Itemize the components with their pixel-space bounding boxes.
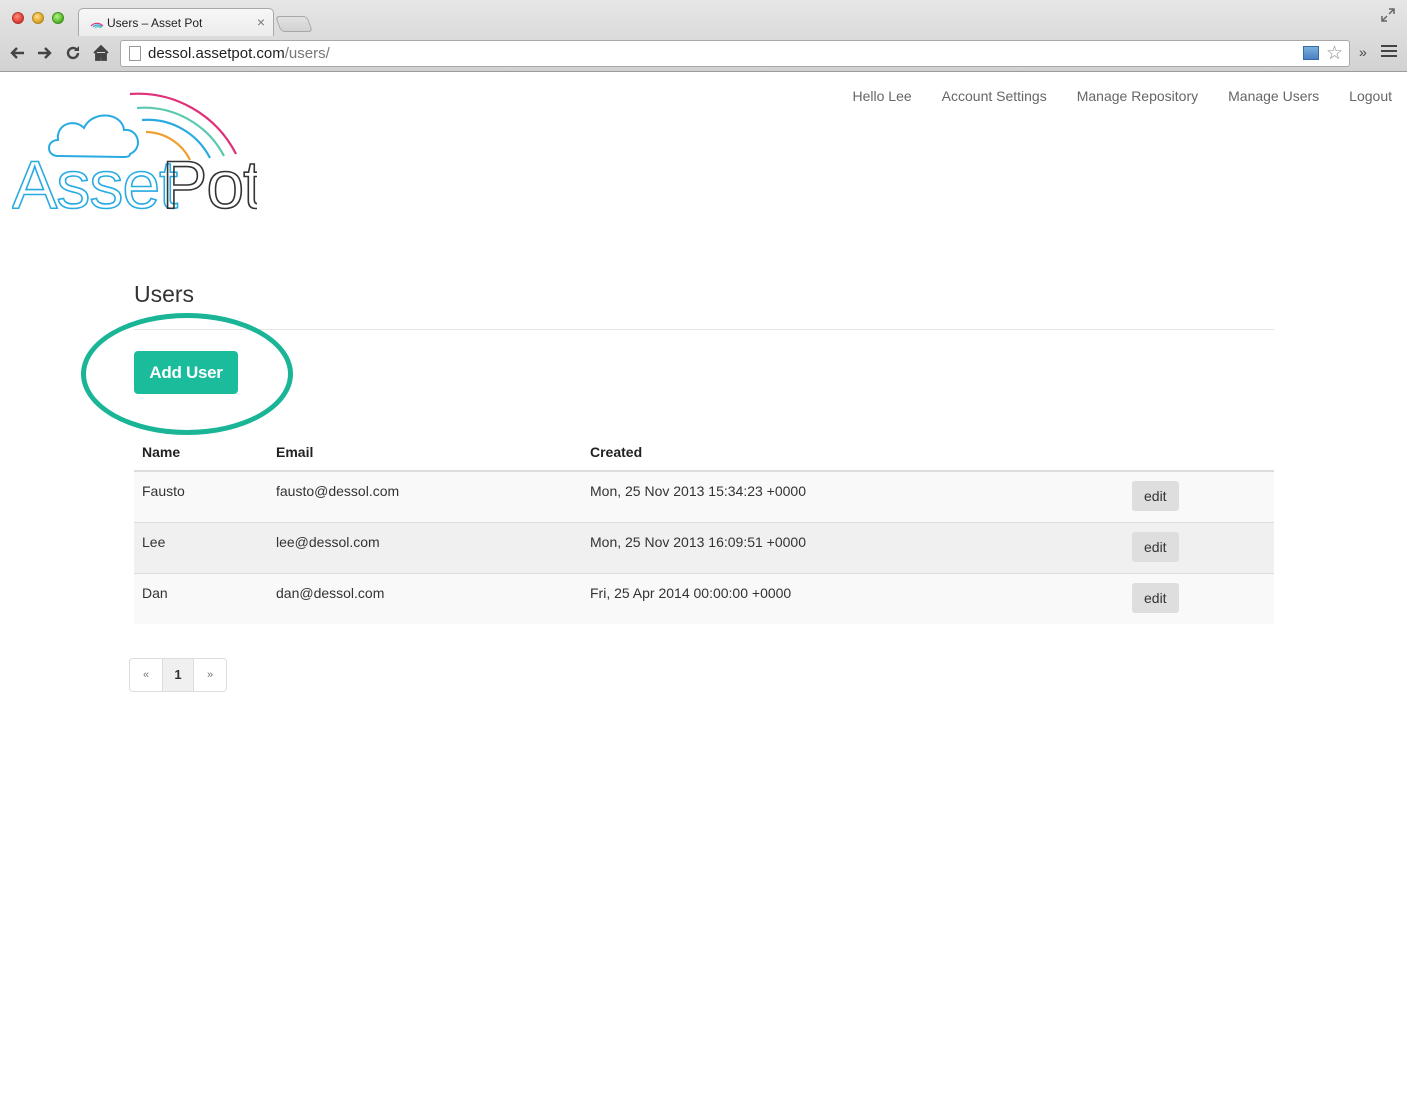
- cell-actions: edit: [1124, 471, 1274, 523]
- column-header-actions: [1124, 437, 1274, 472]
- browser-tab-active[interactable]: Users – Asset Pot ×: [78, 8, 274, 36]
- zoom-window-button[interactable]: [52, 12, 64, 24]
- edit-user-button[interactable]: edit: [1132, 583, 1179, 613]
- page-icon: [129, 46, 141, 61]
- cell-actions: edit: [1124, 573, 1274, 624]
- pagination-prev[interactable]: «: [130, 659, 162, 691]
- extension-icon[interactable]: [1303, 46, 1319, 60]
- browser-menu-icon[interactable]: [1381, 45, 1397, 59]
- nav-logout[interactable]: Logout: [1349, 88, 1392, 104]
- bookmark-star-icon[interactable]: ☆: [1326, 42, 1343, 65]
- cell-name: Fausto: [134, 471, 268, 523]
- address-bar[interactable]: dessol.assetpot.com/users/ ☆: [120, 40, 1350, 67]
- url-text[interactable]: dessol.assetpot.com/users/: [148, 45, 330, 62]
- cell-created: Mon, 25 Nov 2013 15:34:23 +0000: [582, 471, 1124, 523]
- nav-account-settings[interactable]: Account Settings: [942, 88, 1047, 104]
- fullscreen-icon[interactable]: [1381, 8, 1397, 24]
- top-navigation: Hello Lee Account Settings Manage Reposi…: [853, 88, 1393, 104]
- home-icon[interactable]: [90, 42, 112, 64]
- reload-icon[interactable]: [62, 42, 84, 64]
- tab-close-icon[interactable]: ×: [257, 14, 265, 30]
- assetpot-logo[interactable]: Asset Pot: [12, 84, 257, 214]
- table-row: Dan dan@dessol.com Fri, 25 Apr 2014 00:0…: [134, 573, 1274, 624]
- back-arrow-icon[interactable]: [6, 42, 28, 64]
- pagination: « 1 »: [129, 658, 227, 692]
- url-path: /users/: [284, 45, 330, 62]
- page-title: Users: [134, 281, 195, 307]
- table-row: Lee lee@dessol.com Mon, 25 Nov 2013 16:0…: [134, 522, 1274, 574]
- cell-name: Dan: [134, 573, 268, 624]
- cell-email: fausto@dessol.com: [268, 471, 582, 523]
- minimize-window-button[interactable]: [32, 12, 44, 24]
- logo-text-asset: Asset: [12, 147, 178, 214]
- cell-created: Mon, 25 Nov 2013 16:09:51 +0000: [582, 522, 1124, 574]
- nav-manage-repository[interactable]: Manage Repository: [1077, 88, 1198, 104]
- close-window-button[interactable]: [12, 12, 24, 24]
- forward-arrow-icon[interactable]: [34, 42, 56, 64]
- new-tab-button[interactable]: [275, 16, 313, 32]
- nav-manage-users[interactable]: Manage Users: [1228, 88, 1319, 104]
- users-table: Name Email Created Fausto fausto@dessol.…: [134, 437, 1274, 624]
- cell-email: dan@dessol.com: [268, 573, 582, 624]
- extensions-chevron-icon[interactable]: »: [1359, 44, 1367, 60]
- assetpot-favicon-icon: [90, 22, 104, 29]
- browser-chrome: Users – Asset Pot × dessol.assetpot.com/…: [0, 0, 1407, 72]
- pagination-next[interactable]: »: [194, 659, 226, 691]
- table-row: Fausto fausto@dessol.com Mon, 25 Nov 201…: [134, 471, 1274, 523]
- column-header-name: Name: [134, 437, 268, 472]
- add-user-button[interactable]: Add User: [134, 351, 238, 394]
- cell-name: Lee: [134, 522, 268, 574]
- table-header-row: Name Email Created: [134, 437, 1274, 472]
- cell-created: Fri, 25 Apr 2014 00:00:00 +0000: [582, 573, 1124, 624]
- column-header-created: Created: [582, 437, 1124, 472]
- nav-hello-user[interactable]: Hello Lee: [853, 88, 912, 104]
- url-host: dessol.assetpot.com: [148, 45, 285, 62]
- tab-title: Users – Asset Pot: [107, 16, 203, 30]
- cell-actions: edit: [1124, 522, 1274, 574]
- cell-email: lee@dessol.com: [268, 522, 582, 574]
- edit-user-button[interactable]: edit: [1132, 481, 1179, 511]
- column-header-email: Email: [268, 437, 582, 472]
- title-divider: [134, 329, 1274, 330]
- edit-user-button[interactable]: edit: [1132, 532, 1179, 562]
- pagination-page-1[interactable]: 1: [162, 659, 194, 691]
- logo-text-pot: Pot: [162, 147, 257, 214]
